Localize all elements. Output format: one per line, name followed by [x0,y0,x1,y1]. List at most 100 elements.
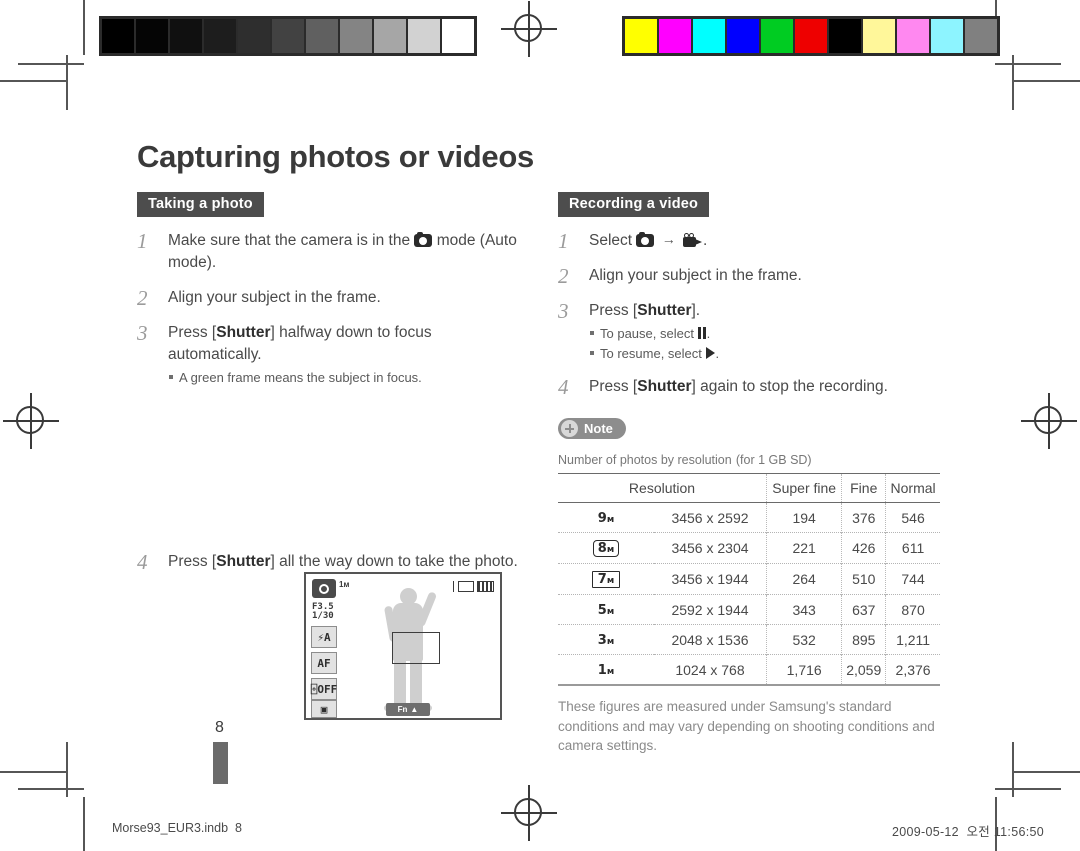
fn-button[interactable]: Fn ▲ [386,703,430,716]
step-text: Align your subject in the frame. [168,289,381,306]
grayscale-swatch [136,19,168,53]
registration-target-right [1021,393,1077,449]
grayscale-swatch [238,19,270,53]
super-fine-count-cell: 532 [765,624,842,655]
step-number: 4 [137,549,148,574]
page-number: 8 [215,719,224,736]
crop-mark-bl-v2 [83,797,85,851]
resolution-dimensions-cell: 1024 x 768 [675,661,745,678]
autofocus-frame [392,632,440,664]
crop-mark-tr-h3 [1013,80,1080,82]
step-item: 2 Align your subject in the frame. [137,286,527,310]
footer-file-name: Morse93_EUR3.indb [112,821,229,835]
table-row: 7м 3456 x 1944 264 510 744 [558,563,940,595]
step-bullets: To pause, select . To resume, select . [589,324,948,363]
lcd-screen: 1м F3.5 1/30 ⚡A AF ⌻OFF ▣ Fn ▲ [306,574,500,718]
drive-mode-icon[interactable]: ▣ [311,700,337,718]
bullet-prefix: To resume, select [600,345,702,361]
color-swatch [897,19,929,53]
table-row: 9м 3456 x 2592 194 376 546 [558,502,940,533]
step-text-prefix: Select [589,232,633,249]
step-number: 2 [558,264,569,288]
af-mode-icon[interactable]: AF [311,652,337,674]
fine-count-cell: 895 [841,624,886,655]
footer-time: 11:56:50 [993,825,1044,839]
bullet-item: To pause, select . [589,324,948,344]
footer-file-page: 8 [235,821,242,835]
step-text-suffix: . [703,232,708,249]
resolution-badge-icon: 8м [592,540,620,557]
table-row: 1м 1024 x 768 1,716 2,059 2,376 [558,654,940,686]
note-badge: Note [558,418,626,439]
pause-icon [697,327,707,339]
table-row: 5м 2592 x 1944 343 637 870 [558,594,940,625]
fine-count-cell: 2,059 [841,654,886,685]
normal-count-cell: 611 [885,532,940,564]
chevron-up-icon: ▲ [410,705,419,714]
normal-count-cell: 744 [885,563,940,595]
table-footnote: These figures are measured under Samsung… [558,699,935,754]
page-title: Capturing photos or videos [137,138,534,174]
table-head: Resolution Super fine Fine Normal [558,473,940,503]
footer-date: 2009-05-12 [891,825,959,839]
step-text-prefix: Press [ [589,378,638,395]
color-swatch [659,19,691,53]
resolution-badge-cell: 7м [558,564,654,595]
flash-auto-icon[interactable]: ⚡A [311,626,337,648]
step-number: 4 [558,375,569,399]
resolution-badge-cell: 8м [558,533,654,564]
column-header-fine: Fine [841,473,886,503]
footer-file-info: Morse93_EUR3.indb 8 [112,821,242,835]
color-swatch [829,19,861,53]
bullet-suffix: . [706,326,711,341]
resolution-badge-cell: 5м [558,595,654,625]
bullet-suffix: . [715,345,720,361]
registration-target-left [3,393,59,449]
super-fine-count-cell: 343 [765,594,842,625]
table-row: 3м 2048 x 1536 532 895 1,211 [558,624,940,655]
taking-photo-steps: 1 Make sure that the camera is in the mo… [137,229,527,388]
camera-lcd-illustration: 1м F3.5 1/30 ⚡A AF ⌻OFF ▣ Fn ▲ [304,572,502,720]
super-fine-count-cell: 194 [765,502,842,533]
step-text-suffix: ] all the way down to take the photo. [270,552,518,570]
color-swatch [863,19,895,53]
color-swatch [965,19,997,53]
step-text-prefix: Press [ [168,552,217,570]
table-header-row: Resolution Super fine Fine Normal [558,473,940,503]
resolution-badge-cell: 1м [558,655,654,686]
normal-count-cell: 870 [885,594,940,625]
lcd-shutter-speed: 1/30 [312,611,334,622]
plus-circle-icon [561,420,578,437]
step-item: 1 Select → . [558,229,948,253]
step-number: 3 [558,299,569,323]
lcd-exposure-readout: F3.5 1/30 [312,602,334,622]
manual-page: Capturing photos or videos Taking a phot… [0,0,1080,851]
resolution-dimensions-cell: 3456 x 1944 [671,571,749,587]
shutter-key-label: Shutter [637,378,692,395]
section-header-taking-a-photo: Taking a photo [137,192,264,217]
crop-mark-tl-h3 [0,80,66,82]
step-text: Align your subject in the frame. [589,267,802,284]
lcd-divider-tick [452,581,454,592]
fn-button-label: Fn [397,705,408,714]
fine-count-cell: 426 [841,532,886,564]
camera-icon [414,231,433,247]
crop-mark-tl-h2 [18,63,84,65]
arrow-right-icon: → [661,231,676,247]
step-text-before: Make sure that the camera is in the [168,232,411,249]
resolution-badge-icon: 5м [597,603,615,618]
shutter-key-label: Shutter [216,324,271,341]
grayscale-swatch [170,19,202,53]
memory-card-icon [458,581,474,592]
color-calibration-strip [622,16,1000,56]
step-item: 3 Press [Shutter]. To pause, select . To… [558,299,948,363]
grayscale-swatch [408,19,440,53]
self-timer-off-icon[interactable]: ⌻OFF [311,678,337,700]
resolution-badge-icon: 9м [597,511,615,526]
registration-target-bottom [501,785,557,841]
fine-count-cell: 510 [841,563,886,595]
right-column: Recording a video 1 Select → . 2 Align y… [558,192,948,756]
step-item: 4 Press [Shutter] again to stop the reco… [558,375,948,399]
super-fine-count-cell: 264 [765,563,842,595]
column-header-super-fine: Super fine [765,473,842,503]
